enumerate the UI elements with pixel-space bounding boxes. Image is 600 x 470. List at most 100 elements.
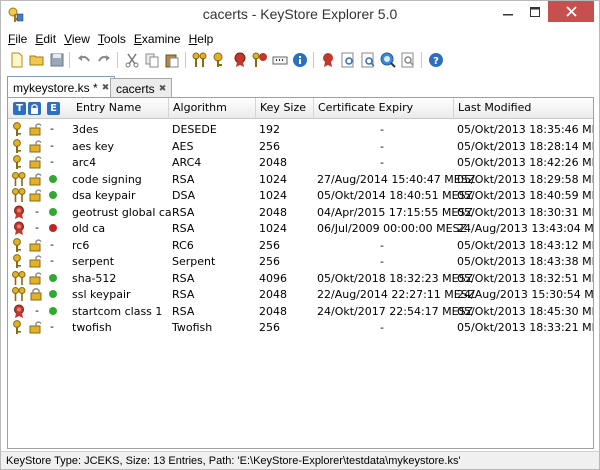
examine-ssl-button-2[interactable] bbox=[379, 51, 397, 69]
column-type-header[interactable]: T bbox=[8, 98, 26, 119]
entry-name-cell: old ca bbox=[72, 222, 106, 235]
examine-clipboard-button[interactable] bbox=[339, 51, 357, 69]
keystore-tabs: mykeystore.ks * ✖ cacerts ✖ bbox=[1, 75, 599, 97]
undo-button[interactable] bbox=[75, 51, 93, 69]
minimize-button[interactable] bbox=[495, 1, 521, 22]
examine-crl-icon bbox=[361, 52, 375, 68]
entry-type-icon bbox=[12, 237, 26, 252]
certificate-expiry-cell: - bbox=[380, 238, 384, 252]
table-row[interactable]: - rc6 RC6 256 - 05/Okt/2013 18:43:12 MESZ bbox=[8, 237, 593, 253]
redo-icon bbox=[98, 55, 110, 62]
table-row[interactable]: - twofish Twofish 256 - 05/Okt/2013 18:33:21 … bbox=[8, 319, 593, 335]
tab-label: mykeystore.ks * bbox=[13, 80, 98, 95]
help-button[interactable]: ? bbox=[427, 51, 445, 69]
menu-view[interactable]: View bbox=[61, 30, 93, 48]
table-row[interactable]: dsa keypair DSA 1024 05/Okt/2014 18:40:51 M… bbox=[8, 187, 593, 203]
set-password-button[interactable] bbox=[271, 51, 289, 69]
table-row[interactable]: - serpent Serpent 256 - 05/Okt/2013 18:43:38 … bbox=[8, 253, 593, 269]
column-key-size[interactable]: Key Size bbox=[256, 98, 314, 119]
examine-file-button[interactable] bbox=[319, 51, 337, 69]
menu-examine[interactable]: Examine bbox=[131, 30, 184, 48]
table-row[interactable]: - 3des DESEDE 192 - 05/Okt/2013 18:35:46 MESZ bbox=[8, 121, 593, 137]
tab-cacerts[interactable]: cacerts ✖ bbox=[110, 78, 173, 97]
open-button[interactable] bbox=[28, 51, 46, 69]
tab-label: cacerts bbox=[116, 81, 155, 96]
table-row[interactable]: code signing RSA 1024 27/Aug/2014 15:40:47 … bbox=[8, 171, 593, 187]
algorithm-cell: DESEDE bbox=[172, 123, 217, 136]
redo-button[interactable] bbox=[95, 51, 113, 69]
entry-name-cell: rc6 bbox=[72, 238, 90, 252]
paste-button[interactable] bbox=[163, 51, 181, 69]
menu-tools[interactable]: Tools bbox=[95, 30, 129, 48]
table-row[interactable]: ssl keypair RSA 2048 22/Aug/2014 22:27:11 M… bbox=[8, 286, 594, 302]
last-modified-cell: 05/Okt/2013 18:35:46 MESZ bbox=[457, 123, 593, 136]
algorithm-cell: Serpent bbox=[172, 255, 216, 268]
key-size-cell: 2048 bbox=[259, 288, 287, 301]
menu-label: elp bbox=[197, 32, 214, 46]
last-modified-cell: 05/Okt/2013 18:33:21 MESZ bbox=[457, 321, 593, 334]
certificate-expiry-cell: 22/Aug/2014 22:27:11 MESZ bbox=[317, 288, 476, 301]
menu-edit[interactable]: Edit bbox=[32, 30, 59, 48]
tab-mykeystore[interactable]: mykeystore.ks * ✖ bbox=[7, 76, 116, 97]
generate-secret-key-button[interactable] bbox=[211, 51, 229, 69]
properties-button[interactable] bbox=[291, 51, 309, 69]
menu-help[interactable]: Help bbox=[186, 30, 217, 48]
table-row[interactable]: - startcom class 1 RSA 2048 24/Okt/2017 22:5… bbox=[8, 303, 593, 319]
expiry-status-text: - bbox=[50, 155, 54, 168]
table-row[interactable]: - aes key AES 256 - 05/Okt/2013 18:28:14 MESZ bbox=[8, 138, 593, 154]
secret-key-icon bbox=[13, 254, 21, 268]
table-row[interactable]: - arc4 ARC4 2048 - 05/Okt/2013 18:42:26 MESZ bbox=[8, 154, 593, 170]
last-modified-cell: 05/Okt/2013 18:45:30 MESZ bbox=[457, 304, 593, 318]
entry-type-icon bbox=[12, 254, 26, 268]
open-icon bbox=[29, 55, 44, 66]
close-button[interactable] bbox=[548, 1, 594, 22]
entry-type-icon bbox=[12, 171, 26, 186]
examine-jar-button[interactable] bbox=[399, 51, 417, 69]
new-button[interactable] bbox=[8, 51, 26, 69]
import-keypair-button[interactable] bbox=[251, 51, 269, 69]
table-row[interactable]: - geotrust global ca RSA 2048 04/Apr/2015 17… bbox=[8, 204, 593, 220]
expiry-status-text: - bbox=[50, 320, 54, 333]
entry-name-cell: code signing bbox=[72, 172, 142, 186]
tab-close-icon[interactable]: ✖ bbox=[159, 83, 167, 94]
last-modified-cell: 05/Okt/2013 18:40:59 MESZ bbox=[457, 189, 593, 202]
last-modified-cell: 24/Aug/2013 15:30:54 MESZ bbox=[457, 288, 594, 301]
entry-type-icon bbox=[12, 304, 26, 318]
key-size-cell: 256 bbox=[259, 139, 280, 153]
table-row[interactable]: - old ca RSA 1024 06/Jul/2009 00:00:00 MESZ 2… bbox=[8, 220, 594, 236]
paste-icon bbox=[165, 54, 179, 68]
valid-status-icon bbox=[49, 306, 57, 315]
examine-jar-icon bbox=[401, 52, 414, 68]
valid-status-icon bbox=[47, 287, 61, 301]
import-trusted-cert-button[interactable] bbox=[231, 51, 249, 69]
cut-button[interactable] bbox=[123, 51, 141, 69]
algorithm-cell: DSA bbox=[172, 189, 196, 202]
secret-key-icon bbox=[13, 122, 21, 136]
copy-button[interactable] bbox=[143, 51, 161, 69]
table-row[interactable]: sha-512 RSA 4096 05/Okt/2018 18:32:23 MESZ 0… bbox=[8, 270, 593, 286]
unlocked-icon bbox=[29, 123, 42, 136]
column-last-modified[interactable]: Last Modified bbox=[454, 98, 593, 119]
close-icon bbox=[565, 6, 577, 17]
key-size-cell: 4096 bbox=[259, 271, 287, 285]
column-entry-name[interactable]: Entry Name bbox=[60, 98, 169, 119]
unlocked-icon bbox=[29, 321, 42, 334]
valid-status-icon bbox=[49, 191, 57, 199]
entry-type-icon bbox=[12, 320, 26, 334]
column-lock-header[interactable] bbox=[26, 98, 44, 119]
table-header: T E Entry Name Algorithm Key Size Certif… bbox=[8, 98, 593, 119]
menu-file[interactable]: File bbox=[5, 30, 30, 48]
column-algorithm[interactable]: Algorithm bbox=[169, 98, 256, 119]
column-expiry-header[interactable]: E bbox=[44, 98, 60, 119]
tab-close-icon[interactable]: ✖ bbox=[102, 82, 110, 93]
menu-bar: File Edit View Tools Examine Help bbox=[1, 30, 599, 48]
save-button[interactable] bbox=[48, 51, 66, 69]
examine-ssl-button[interactable] bbox=[359, 51, 377, 69]
certificate-expiry-cell: - bbox=[380, 139, 384, 153]
last-modified-cell: 24/Aug/2013 13:43:04 MESZ bbox=[457, 222, 594, 235]
column-certificate-expiry[interactable]: Certificate Expiry bbox=[314, 98, 454, 119]
entry-type-icon bbox=[12, 138, 26, 153]
maximize-button[interactable] bbox=[521, 1, 548, 22]
generate-keypair-button[interactable] bbox=[191, 51, 209, 69]
unlocked-icon bbox=[29, 139, 43, 153]
